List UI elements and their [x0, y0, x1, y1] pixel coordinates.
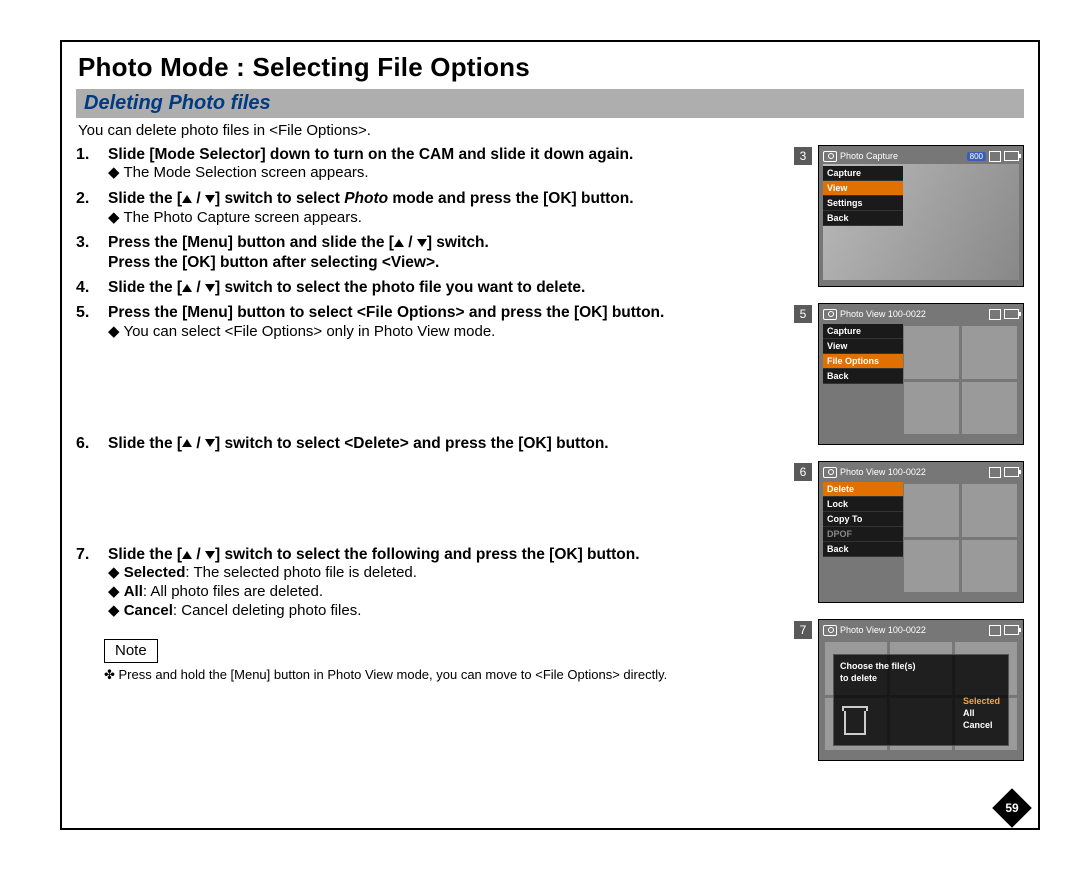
step-2: Slide the [ / ] switch to select Photo m…: [76, 189, 784, 227]
dialog-option: Cancel: [963, 719, 1000, 731]
dialog-option: Selected: [963, 695, 1000, 707]
step-3-head: Press the [Menu] button and slide the [ …: [108, 234, 489, 270]
status-title: Photo Capture: [840, 151, 898, 161]
preview-5: 5 Photo View 100-0022 Capture View: [794, 303, 1024, 445]
camera-icon: [823, 151, 837, 162]
menu-item: Back: [823, 211, 903, 226]
section-heading: Deleting Photo files: [84, 92, 271, 114]
menu-item-highlighted: View: [823, 181, 903, 196]
preview-number: 7: [794, 621, 812, 639]
section-heading-bar: Deleting Photo files: [76, 89, 1024, 118]
menu-item: Back: [823, 369, 903, 384]
instructions-column: Slide [Mode Selector] down to turn on th…: [76, 145, 784, 777]
camera-icon: [823, 309, 837, 320]
camera-icon: [823, 625, 837, 636]
down-triangle-icon: [205, 551, 215, 559]
trash-icon: [844, 711, 866, 735]
menu-item: Settings: [823, 196, 903, 211]
card-icon: [989, 309, 1001, 320]
step-2-head: Slide the [ / ] switch to select Photo m…: [108, 190, 634, 207]
preview-number: 3: [794, 147, 812, 165]
step-1-sub: The Mode Selection screen appears.: [108, 164, 784, 183]
step-2-sub: The Photo Capture screen appears.: [108, 209, 784, 228]
step-5: Press the [Menu] button to select <File …: [76, 303, 784, 341]
preview-number: 6: [794, 463, 812, 481]
card-icon: [989, 151, 1001, 162]
up-triangle-icon: [394, 239, 404, 247]
step-5-head: Press the [Menu] button to select <File …: [108, 304, 664, 321]
battery-icon: [1004, 309, 1019, 319]
status-bar: Photo Capture 800: [823, 148, 1019, 164]
step-6-head: Slide the [ / ] switch to select <Delete…: [108, 435, 609, 452]
preview-6: 6 Photo View 100-0022 Delete Lock: [794, 461, 1024, 603]
step-1: Slide [Mode Selector] down to turn on th…: [76, 145, 784, 183]
battery-icon: [1004, 467, 1019, 477]
note-text: Press and hold the [Menu] button in Phot…: [104, 667, 784, 683]
page-frame: Photo Mode : Selecting File Options Dele…: [60, 40, 1040, 830]
preview-3: 3 Photo Capture 800 Capture: [794, 145, 1024, 287]
preview-screen: Photo View 100-0022 Capture View File Op…: [818, 303, 1024, 445]
up-triangle-icon: [182, 439, 192, 447]
page-number: 59: [998, 794, 1026, 822]
preview-screen: Photo Capture 800 Capture View Settings …: [818, 145, 1024, 287]
step-1-head: Slide [Mode Selector] down to turn on th…: [108, 146, 633, 163]
down-triangle-icon: [205, 195, 215, 203]
card-icon: [989, 467, 1001, 478]
status-bar: Photo View 100-0022: [823, 464, 1019, 480]
confirm-dialog: Choose the file(s)to delete Selected All…: [833, 654, 1009, 746]
down-triangle-icon: [417, 239, 427, 247]
step-7: Slide the [ / ] switch to select the fol…: [76, 545, 784, 621]
page-number-badge: 59: [998, 794, 1026, 822]
page-title: Photo Mode : Selecting File Options: [78, 52, 1024, 83]
battery-icon: [1004, 151, 1019, 161]
menu-item-highlighted: File Options: [823, 354, 903, 369]
step-4: Slide the [ / ] switch to select the pho…: [76, 278, 784, 297]
status-title: Photo View 100-0022: [840, 309, 926, 319]
dialog-option: All: [963, 707, 1000, 719]
preview-screen: Photo View 100-0022 Delete Lock Copy To …: [818, 461, 1024, 603]
camera-icon: [823, 467, 837, 478]
down-triangle-icon: [205, 439, 215, 447]
step-7-sub3: Cancel: Cancel deleting photo files.: [108, 602, 784, 621]
note-label: Note: [104, 639, 158, 664]
preview-column: 3 Photo Capture 800 Capture: [794, 145, 1024, 777]
up-triangle-icon: [182, 551, 192, 559]
dialog-options: Selected All Cancel: [963, 695, 1000, 731]
status-bar: Photo View 100-0022: [823, 622, 1019, 638]
manual-page: ENGLISH Photo Mode : Selecting File Opti…: [0, 0, 1080, 880]
battery-icon: [1004, 625, 1019, 635]
menu-item-disabled: DPOF: [823, 527, 903, 542]
size-badge: 800: [967, 152, 986, 161]
menu-item: Lock: [823, 497, 903, 512]
status-bar: Photo View 100-0022: [823, 306, 1019, 322]
up-triangle-icon: [182, 284, 192, 292]
step-6: Slide the [ / ] switch to select <Delete…: [76, 434, 784, 453]
step-5-sub: You can select <File Options> only in Ph…: [108, 323, 784, 342]
intro-text: You can delete photo files in <File Opti…: [78, 122, 1024, 139]
status-title: Photo View 100-0022: [840, 625, 926, 635]
preview-number: 5: [794, 305, 812, 323]
menu-item: View: [823, 339, 903, 354]
down-triangle-icon: [205, 284, 215, 292]
dialog-text: Choose the file(s)to delete: [840, 661, 1002, 684]
osd-menu: Capture View File Options Back: [823, 324, 903, 384]
menu-item: Copy To: [823, 512, 903, 527]
step-7-sub1: Selected: The selected photo file is del…: [108, 564, 784, 583]
osd-menu: Capture View Settings Back: [823, 166, 903, 226]
step-3: Press the [Menu] button and slide the [ …: [76, 233, 784, 272]
preview-screen: Photo View 100-0022 Choose the file(s)to…: [818, 619, 1024, 761]
osd-menu: Delete Lock Copy To DPOF Back: [823, 482, 903, 557]
card-icon: [989, 625, 1001, 636]
step-7-sub2: All: All photo files are deleted.: [108, 583, 784, 602]
menu-item: Back: [823, 542, 903, 557]
menu-item-highlighted: Delete: [823, 482, 903, 497]
step-4-head: Slide the [ / ] switch to select the pho…: [108, 279, 585, 296]
preview-7: 7 Photo View 100-0022 Choose the: [794, 619, 1024, 761]
status-title: Photo View 100-0022: [840, 467, 926, 477]
menu-item: Capture: [823, 324, 903, 339]
menu-item: Capture: [823, 166, 903, 181]
step-7-head: Slide the [ / ] switch to select the fol…: [108, 546, 640, 563]
up-triangle-icon: [182, 195, 192, 203]
